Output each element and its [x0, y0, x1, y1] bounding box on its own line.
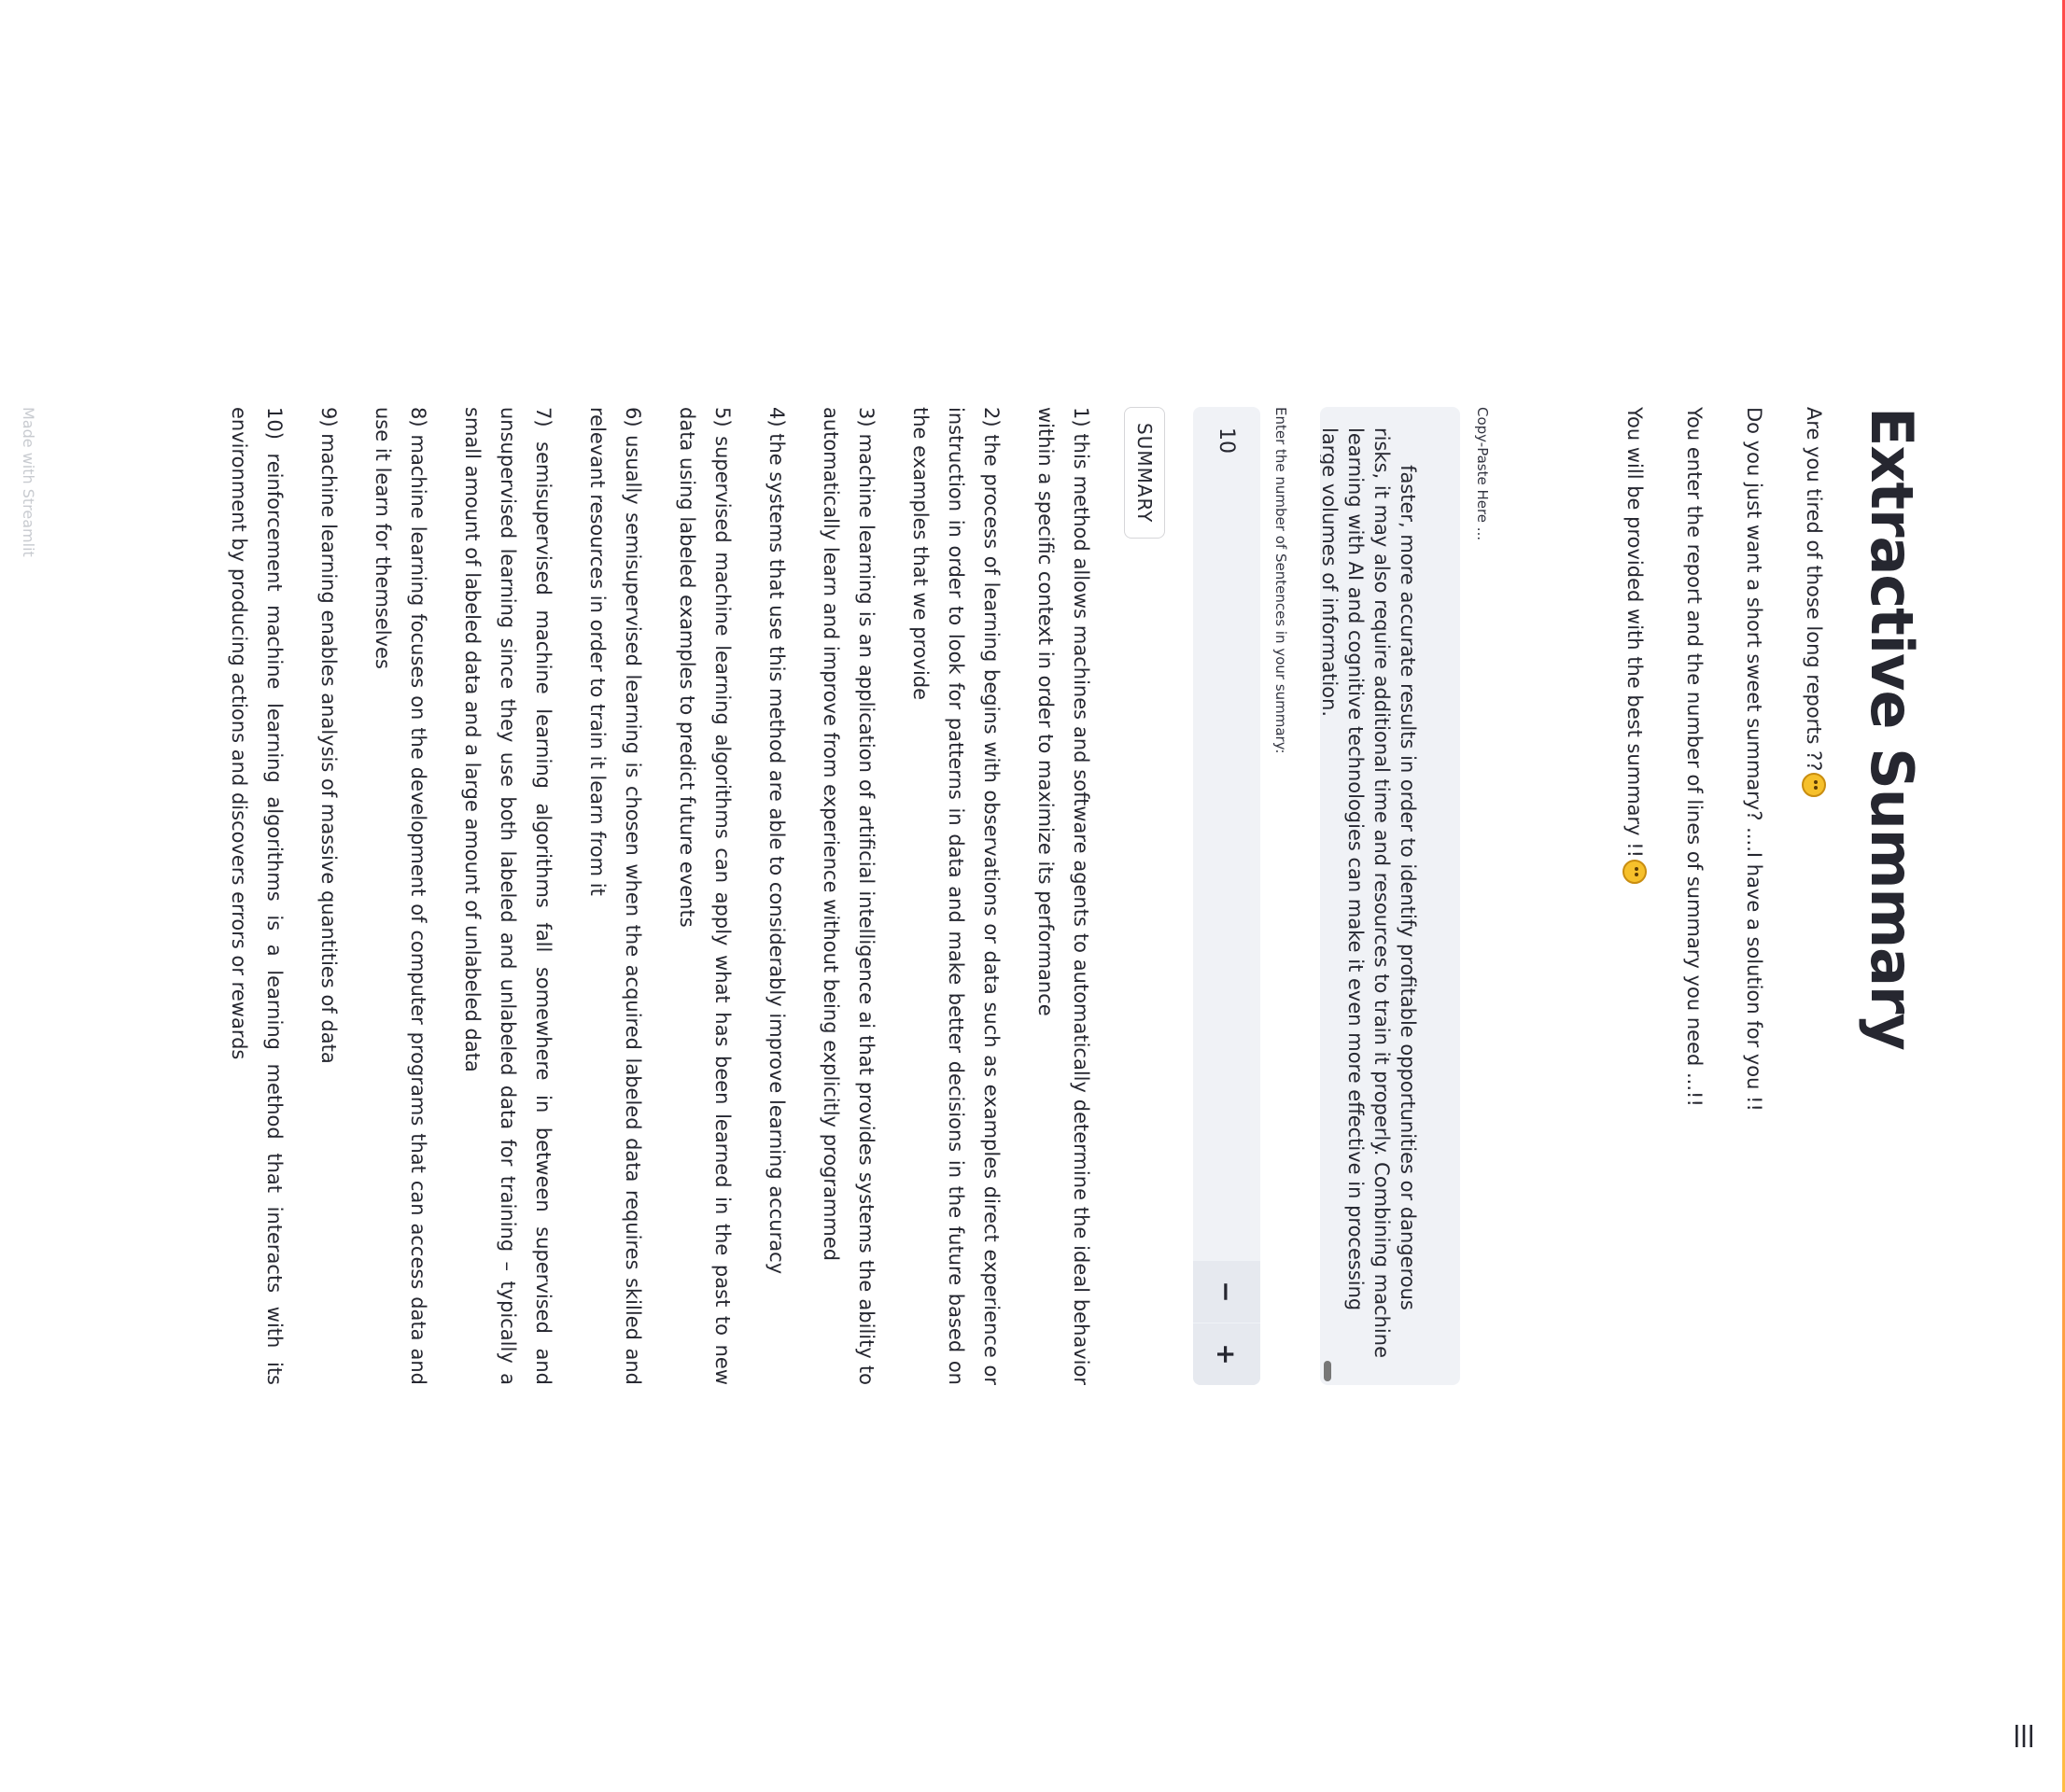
summary-sentence: 7) semisupervised machine learning algor…: [461, 407, 555, 1385]
summary-sentence: 2) the process of learning begins with o…: [909, 407, 1003, 1385]
summary-sentence: 1) this method allows machines and softw…: [1034, 407, 1092, 1385]
summary-sentence: 8) machine learning focuses on the devel…: [372, 407, 429, 1385]
intro-line-4: You will be provided with the best summa…: [1621, 407, 1649, 885]
textarea-scrollbar[interactable]: [1324, 1361, 1331, 1381]
intro-line-1: Are you tired of those long reports ??: [1800, 407, 1828, 798]
intro-line-3-text: You enter the report and the number of l…: [1683, 407, 1706, 1107]
laughing-face-emoji-icon: [1622, 860, 1647, 885]
summary-button[interactable]: SUMMARY: [1124, 407, 1165, 539]
report-textarea-text: faster, more accurate results in order t…: [1320, 427, 1419, 1365]
intro-line-1-text: Are you tired of those long reports ??: [1803, 407, 1825, 772]
summary-sentence: 4) the systems that use this method are …: [766, 407, 788, 1275]
summary-sentence: 5) supervised machine learning algorithm…: [676, 407, 734, 1385]
sentences-input-label: Enter the number of Sentences in your su…: [1272, 407, 1289, 754]
minus-icon: −: [1211, 1281, 1243, 1303]
increment-button[interactable]: +: [1193, 1323, 1260, 1385]
sentences-value-field[interactable]: 10: [1215, 407, 1239, 1261]
summary-output: 1) this method allows machines and softw…: [203, 407, 1099, 1385]
summary-sentence: 9) machine learning enables analysis of …: [317, 407, 340, 1064]
hamburger-menu-icon: [2016, 1725, 2032, 1747]
intro-line-2-text: Do you just want a short sweet summary? …: [1743, 407, 1765, 1112]
plus-icon: +: [1211, 1343, 1243, 1365]
report-input-label: Copy-Paste Here ...: [1474, 407, 1491, 541]
made-with-streamlit-link[interactable]: Made with Streamlit: [20, 407, 37, 557]
intro-line-3: You enter the report and the number of l…: [1680, 407, 1708, 1107]
report-textarea[interactable]: faster, more accurate results in order t…: [1320, 407, 1460, 1385]
sentences-number-input: 10 − +: [1193, 407, 1260, 1385]
streamlit-app: Extractive Summary Are you tired of thos…: [0, 0, 2065, 1792]
intro-line-2: Do you just want a short sweet summary? …: [1740, 407, 1768, 1112]
summary-sentence: 10) reinforcement machine learning algor…: [228, 407, 286, 1385]
page-title: Extractive Summary: [1858, 407, 1926, 1050]
main-menu-button[interactable]: [2005, 1717, 2043, 1755]
summary-sentence: 3) machine learning is an application of…: [820, 407, 878, 1385]
intro-line-4-text: You will be provided with the best summa…: [1623, 407, 1646, 859]
decrement-button[interactable]: −: [1193, 1261, 1260, 1323]
face-emoji-icon: [1802, 773, 1826, 798]
summary-sentence: 6) usually semisupervised learning is ch…: [586, 407, 644, 1385]
